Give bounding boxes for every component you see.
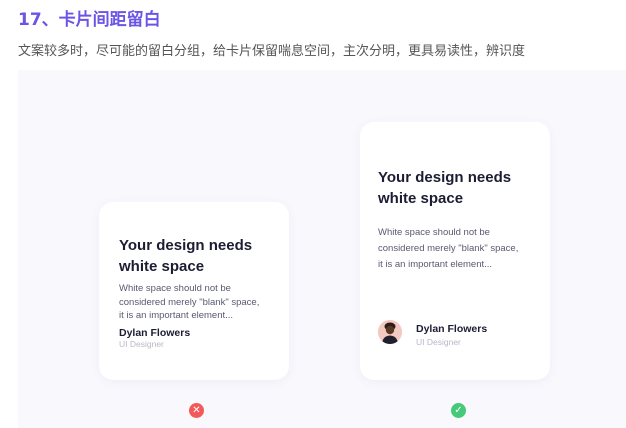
- card-title-line: Your design needs: [378, 169, 512, 186]
- card-body-line: White space should not be: [119, 283, 231, 294]
- card-body-line: considered merely "blank" space,: [119, 296, 260, 308]
- card-body: White space should not be considered mer…: [378, 225, 546, 273]
- example-panel: Your design needs white space White spac…: [18, 70, 626, 428]
- card-title-line: white space: [119, 258, 205, 275]
- card-body-line: it is an important element...: [378, 259, 493, 270]
- author-name: Dylan Flowers: [119, 327, 191, 339]
- card-example-bad: Your design needs white space White spac…: [99, 202, 289, 380]
- close-icon: ✕: [189, 403, 204, 418]
- check-icon: ✓: [451, 403, 466, 418]
- author-role: UI Designer: [119, 339, 164, 349]
- card-title-line: Your design needs: [119, 237, 253, 254]
- card-example-good: Your design needs white space White spac…: [360, 122, 550, 380]
- avatar-icon: [378, 320, 402, 344]
- card-title: Your design needs white space: [119, 235, 279, 277]
- card-body-line: White space should not be: [378, 227, 490, 238]
- card-title: Your design needs white space: [378, 167, 538, 209]
- card-body: White space should not be considered mer…: [119, 282, 284, 323]
- card-title-line: white space: [378, 190, 464, 207]
- avatar-illustration: [378, 320, 402, 344]
- author-name: Dylan Flowers: [416, 323, 488, 335]
- card-body-line: it is an important element...: [119, 310, 234, 321]
- author-role: UI Designer: [416, 337, 461, 347]
- section-description: 文案较多时，尽可能的留白分组，给卡片保留喘息空间，主次分明，更具易读性，辨识度: [18, 44, 526, 59]
- section-heading: 17、卡片间距留白: [18, 10, 161, 30]
- card-body-line: considered merely "blank" space,: [378, 243, 519, 254]
